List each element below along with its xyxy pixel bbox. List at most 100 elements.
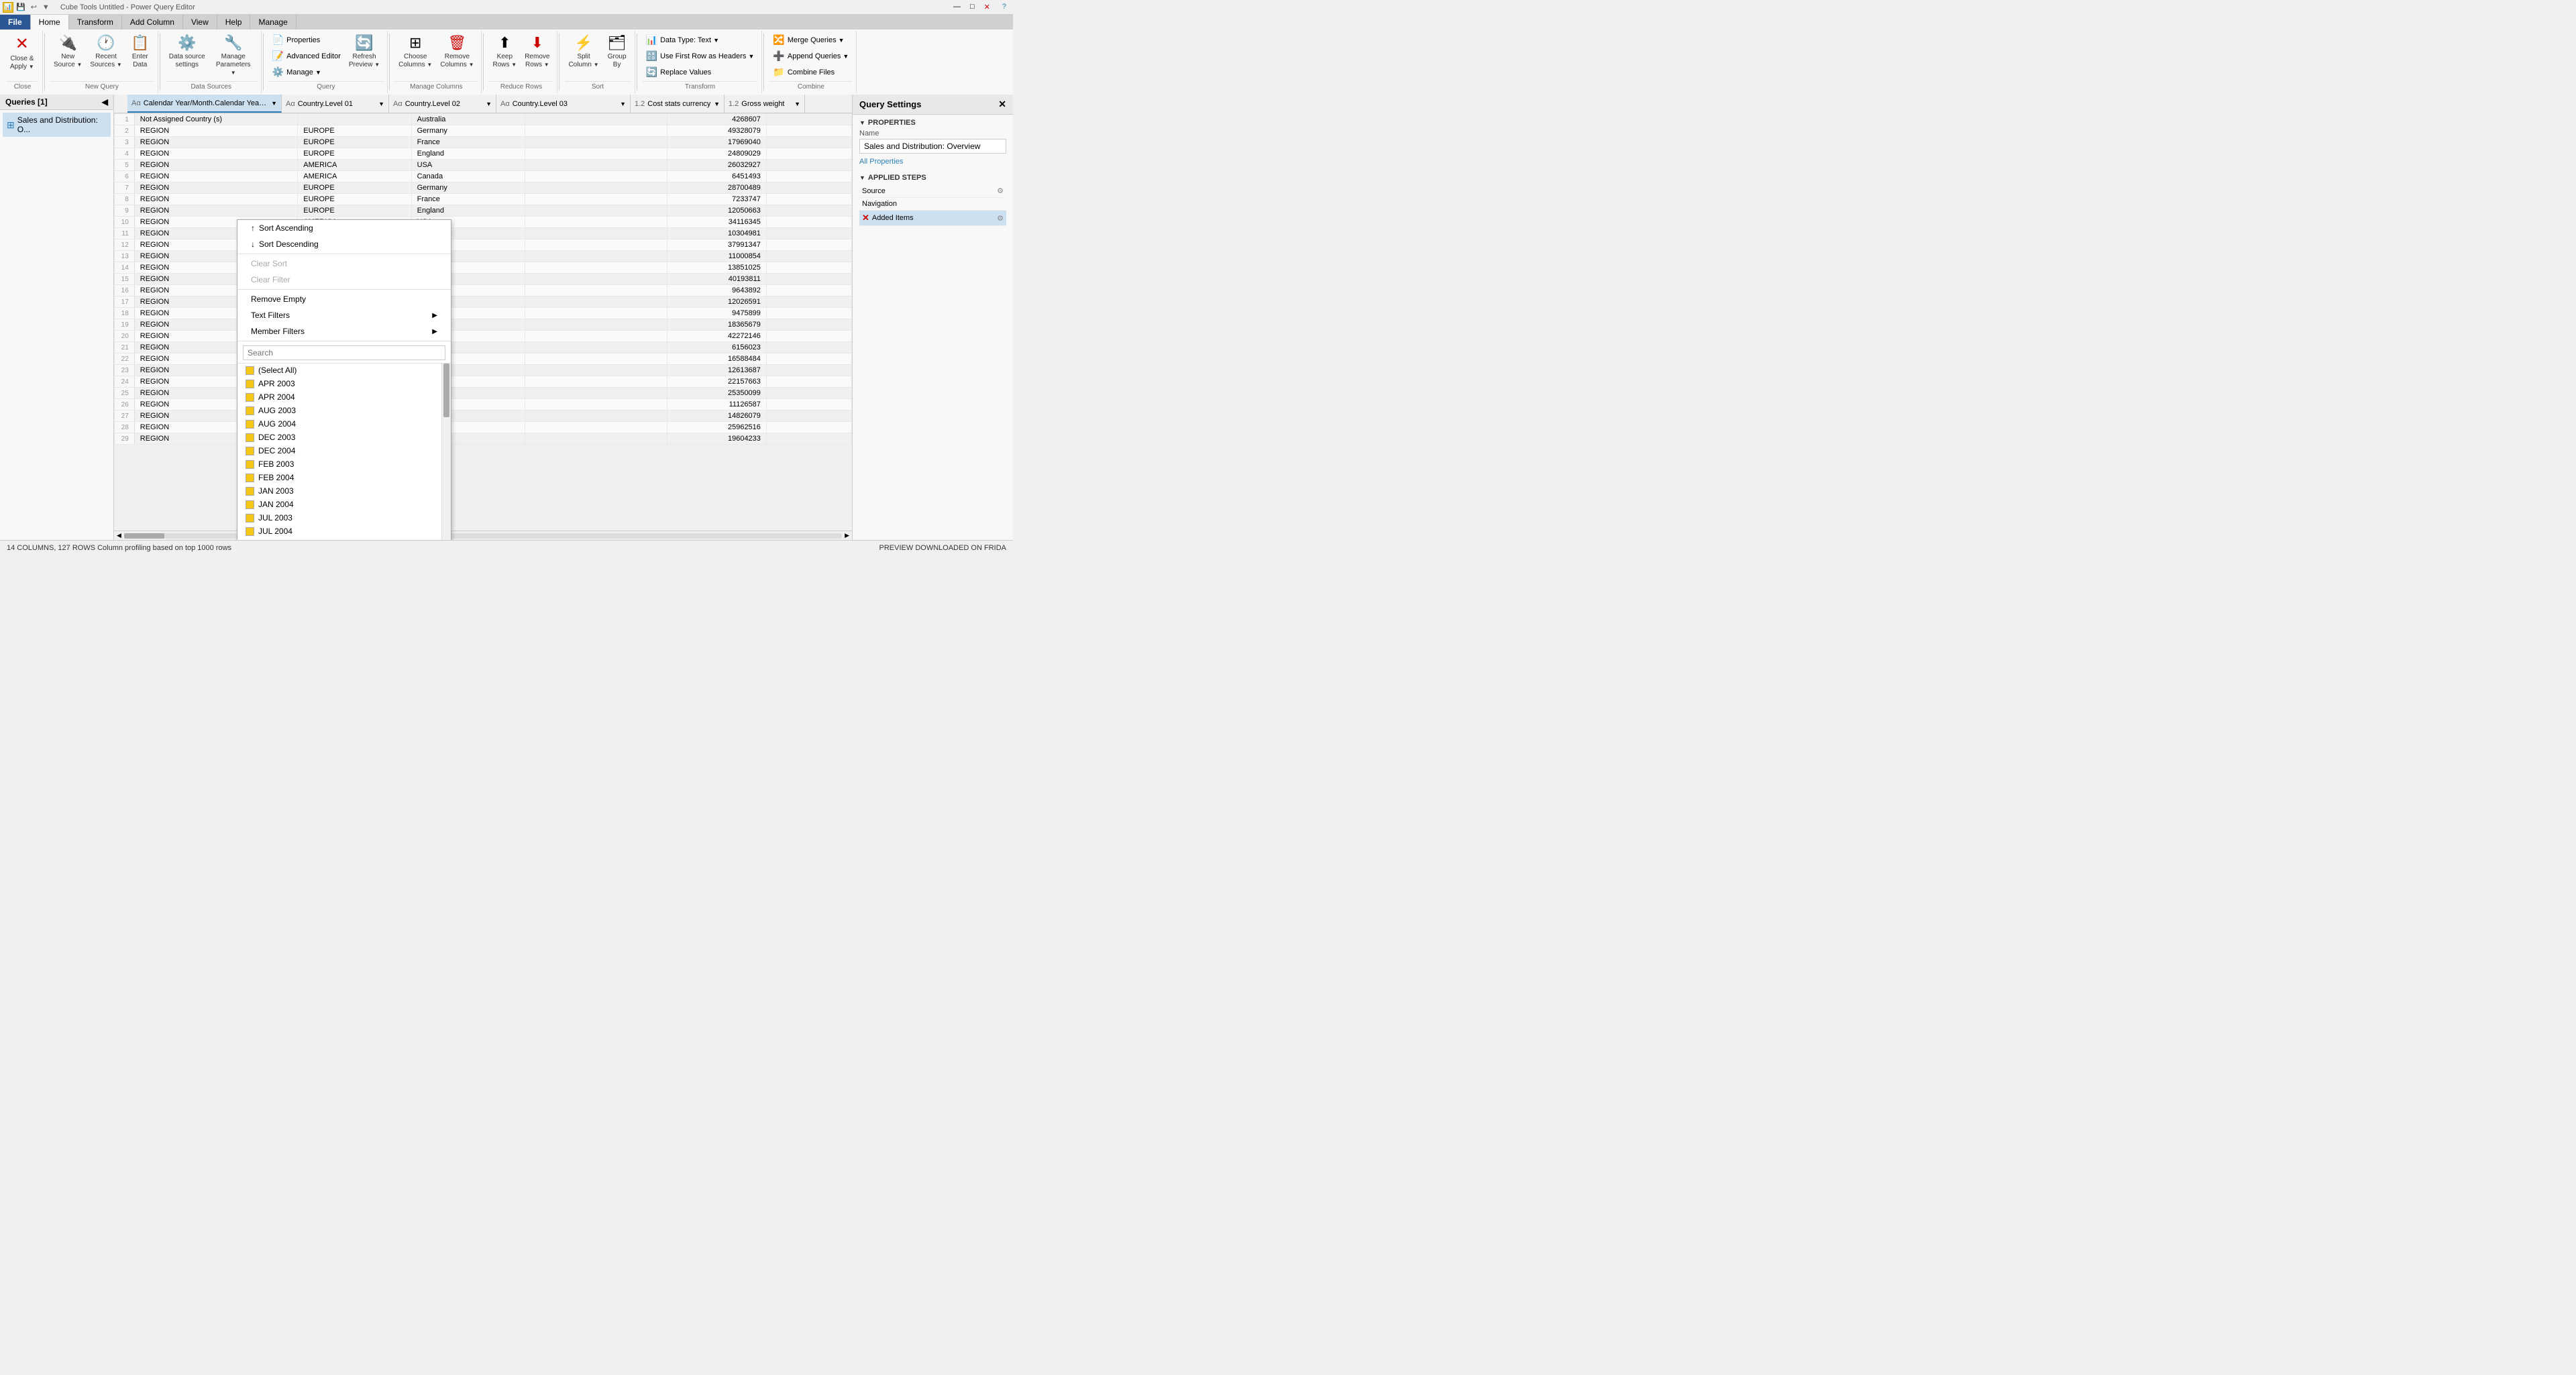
tab-help[interactable]: Help [217, 15, 251, 30]
data-source-settings-button[interactable]: ⚙️ Data sourcesettings [166, 32, 209, 71]
sort-ascending-menu-item[interactable]: ↑ Sort Ascending [237, 220, 451, 236]
step-item-source[interactable]: Source⚙ [859, 184, 1006, 198]
filter-checkbox[interactable] [246, 393, 254, 402]
group-by-button[interactable]: 🗂 GroupBy [604, 32, 631, 71]
maximize-btn[interactable]: □ [966, 1, 979, 13]
column-header-3[interactable]: Aα Country.Level 03 ▼ [496, 95, 631, 113]
properties-button[interactable]: 📄 Properties [269, 32, 344, 48]
filter-list-item[interactable]: (Select All) [237, 364, 441, 377]
append-queries-button[interactable]: ➕ Append Queries ▼ [769, 48, 852, 64]
filter-checkbox[interactable] [246, 433, 254, 442]
scroll-left-arrow[interactable]: ◀ [117, 532, 121, 539]
col-type-icon-4: 1.2 [635, 100, 645, 108]
column-header-2[interactable]: Aα Country.Level 02 ▼ [389, 95, 496, 113]
tab-transform[interactable]: Transform [69, 15, 122, 30]
filter-list-item[interactable]: DEC 2004 [237, 444, 441, 457]
queries-collapse-icon[interactable]: ◀ [102, 97, 108, 107]
settings-close-icon[interactable]: ✕ [998, 99, 1006, 110]
column-header-4[interactable]: 1.2 Cost stats currency ▼ [631, 95, 724, 113]
keep-rows-button[interactable]: ⬆ KeepRows ▼ [489, 32, 520, 71]
step-item-navigation[interactable]: Navigation [859, 198, 1006, 211]
filter-list-item[interactable]: JUN 2003 [237, 538, 441, 540]
col-sort-arrow-3[interactable]: ▼ [620, 101, 626, 107]
help-btn[interactable]: ? [998, 1, 1010, 13]
scroll-right-arrow[interactable]: ▶ [845, 532, 849, 539]
remove-empty-menu-item[interactable]: Remove Empty [237, 291, 451, 307]
column-header-1[interactable]: Aα Country.Level 01 ▼ [282, 95, 389, 113]
step-gear-icon[interactable]: ⚙ [997, 214, 1004, 223]
use-first-row-button[interactable]: 🔠 Use First Row as Headers ▼ [643, 48, 758, 64]
filter-checkbox[interactable] [246, 420, 254, 429]
tab-manage[interactable]: Manage [250, 15, 296, 30]
horizontal-scrollbar[interactable]: ◀ ▶ [114, 531, 852, 540]
tab-view[interactable]: View [183, 15, 217, 30]
split-column-button[interactable]: ⚡ SplitColumn ▼ [565, 32, 602, 71]
manage-query-button[interactable]: ⚙️ Manage ▼ [269, 64, 344, 80]
column-header-0[interactable]: Aα Calendar Year/Month.Calendar Year/Mon… [127, 95, 282, 113]
column-header-5[interactable]: 1.2 Gross weight ▼ [724, 95, 805, 113]
filter-list-item[interactable]: JAN 2004 [237, 498, 441, 511]
new-source-button[interactable]: 🔌 NewSource ▼ [50, 32, 85, 71]
merge-queries-button[interactable]: 🔀 Merge Queries ▼ [769, 32, 852, 48]
recent-sources-button[interactable]: 🕐 RecentSources ▼ [87, 32, 125, 71]
filter-checkbox[interactable] [246, 527, 254, 536]
member-filters-menu-item[interactable]: Member Filters ▶ [237, 323, 451, 339]
filter-list-item[interactable]: JUL 2004 [237, 525, 441, 538]
filter-list-item[interactable]: APR 2003 [237, 377, 441, 390]
quick-access-save[interactable]: 💾 [16, 3, 25, 11]
remove-rows-button[interactable]: ⬇ RemoveRows ▼ [521, 32, 553, 71]
manage-parameters-button[interactable]: 🔧 ManageParameters ▼ [210, 32, 257, 79]
filter-list-item[interactable]: JUL 2003 [237, 511, 441, 525]
filter-list[interactable]: (Select All)APR 2003APR 2004AUG 2003AUG … [237, 364, 451, 540]
filter-search-input[interactable] [243, 345, 445, 360]
data-type-button[interactable]: 📊 Data Type: Text ▼ [643, 32, 758, 48]
close-btn[interactable]: ✕ [980, 1, 994, 13]
scroll-thumb[interactable] [124, 533, 164, 539]
filter-checkbox[interactable] [246, 514, 254, 522]
remove-columns-button[interactable]: 🗑 RemoveColumns ▼ [437, 32, 477, 71]
combine-files-button[interactable]: 📁 Combine Files [769, 64, 852, 80]
scrollbar-thumb[interactable] [443, 364, 449, 417]
text-filters-menu-item[interactable]: Text Filters ▶ [237, 307, 451, 323]
enter-data-button[interactable]: 📋 EnterData [127, 32, 154, 71]
filter-checkbox[interactable] [246, 460, 254, 469]
filter-checkbox[interactable] [246, 380, 254, 388]
minimize-btn[interactable]: — [949, 1, 965, 13]
filter-list-item[interactable]: FEB 2004 [237, 471, 441, 484]
col-sort-arrow-0[interactable]: ▼ [271, 100, 277, 107]
data-table-wrapper[interactable]: 1Not Assigned Country (s)Australia426860… [114, 113, 852, 531]
filter-list-item[interactable]: AUG 2004 [237, 417, 441, 431]
col-sort-arrow-4[interactable]: ▼ [714, 101, 720, 107]
filter-list-item[interactable]: FEB 2003 [237, 457, 441, 471]
filter-checkbox[interactable] [246, 474, 254, 482]
close-apply-button[interactable]: ✕ Close &Apply ▼ [7, 32, 38, 73]
step-delete-icon[interactable]: ✕ [862, 213, 869, 223]
tab-add-column[interactable]: Add Column [122, 15, 183, 30]
sort-descending-menu-item[interactable]: ↓ Sort Descending [237, 236, 451, 252]
advanced-editor-button[interactable]: 📝 Advanced Editor [269, 48, 344, 64]
filter-checkbox[interactable] [246, 487, 254, 496]
refresh-preview-button[interactable]: 🔄 RefreshPreview ▼ [345, 32, 383, 71]
filter-checkbox[interactable] [246, 500, 254, 509]
choose-columns-button[interactable]: ⊞ ChooseColumns ▼ [395, 32, 435, 71]
step-gear-icon[interactable]: ⚙ [997, 186, 1004, 195]
col-sort-arrow-2[interactable]: ▼ [486, 101, 492, 107]
tab-file[interactable]: File [0, 15, 31, 30]
col-sort-arrow-1[interactable]: ▼ [378, 101, 384, 107]
filter-list-item[interactable]: DEC 2003 [237, 431, 441, 444]
filter-checkbox[interactable] [246, 447, 254, 455]
query-item-sales[interactable]: ⊞ Sales and Distribution: O... [3, 113, 111, 137]
quick-access-undo[interactable]: ↩ [31, 3, 37, 11]
tab-home[interactable]: Home [31, 15, 69, 30]
quick-access-dropdown[interactable]: ▼ [42, 3, 50, 11]
filter-list-item[interactable]: APR 2004 [237, 390, 441, 404]
filter-checkbox[interactable] [246, 366, 254, 375]
replace-values-button[interactable]: 🔄 Replace Values [643, 64, 758, 80]
step-item-added-items[interactable]: ✕Added Items⚙ [859, 211, 1006, 226]
filter-list-item[interactable]: AUG 2003 [237, 404, 441, 417]
filter-list-item[interactable]: JAN 2003 [237, 484, 441, 498]
all-properties-link[interactable]: All Properties [859, 158, 903, 166]
query-name-input[interactable] [859, 139, 1006, 154]
col-sort-arrow-5[interactable]: ▼ [794, 101, 800, 107]
filter-checkbox[interactable] [246, 406, 254, 415]
